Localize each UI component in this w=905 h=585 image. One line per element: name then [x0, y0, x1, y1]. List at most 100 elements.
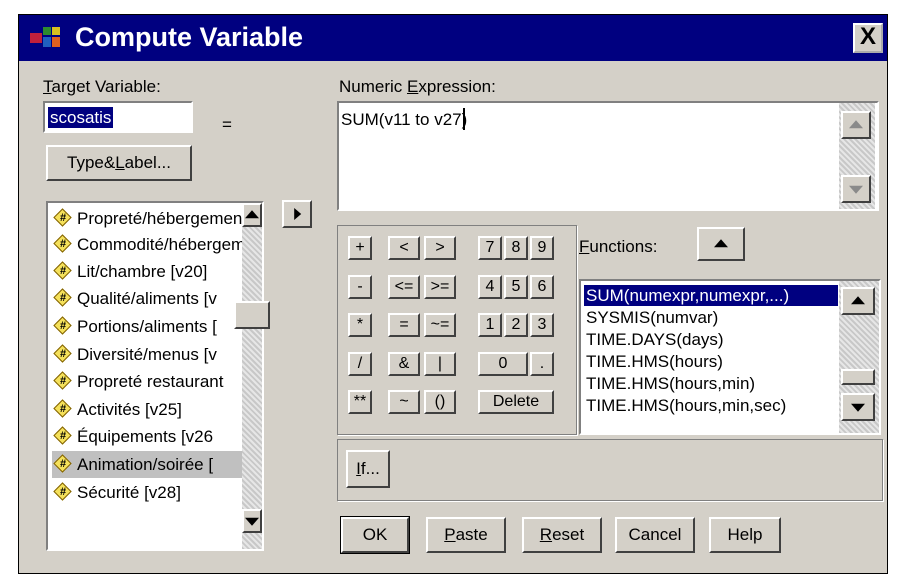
expression-scroll-down-button: [841, 175, 871, 203]
dialog-title: Compute Variable: [75, 22, 304, 52]
or-key[interactable]: |: [424, 352, 456, 376]
numeric-variable-icon: #: [53, 482, 72, 501]
compute-variable-dialog: Compute Variable X Target Variable: scos…: [18, 14, 888, 574]
numeric-variable-icon: #: [53, 399, 72, 418]
variable-list-items: # Propreté/hébergement # Commodité/héberge…: [48, 203, 242, 549]
numeric-variable-icon: #: [53, 426, 72, 445]
spss-app-icon: [30, 27, 60, 47]
insert-function-button[interactable]: [697, 227, 745, 261]
equals-sign: =: [222, 115, 232, 134]
cancel-button[interactable]: Cancel: [615, 517, 695, 553]
list-item[interactable]: # Propreté restaurant: [52, 368, 242, 395]
text-cursor: [463, 108, 466, 130]
list-item[interactable]: #Commodité/hébergement: [52, 231, 242, 258]
digit-4-key[interactable]: 4: [478, 275, 502, 299]
reset-button[interactable]: Reset: [522, 517, 602, 553]
functions-scroll-up-button[interactable]: [841, 287, 875, 315]
not-key[interactable]: ~: [388, 390, 420, 414]
arrow-up-icon: [245, 210, 259, 219]
list-item[interactable]: # Animation/soirée [: [52, 451, 242, 478]
ok-button[interactable]: OK: [340, 516, 410, 554]
scroll-down-button[interactable]: [242, 509, 262, 533]
digit-9-key[interactable]: 9: [530, 236, 554, 260]
calculator-keypad: + < > 7 8 9 - <= >= 4 5 6 * = ~= 1 2 3 /…: [337, 225, 577, 435]
list-item[interactable]: # Qualité/aliments [v: [52, 285, 242, 312]
divide-key[interactable]: /: [348, 352, 372, 376]
digit-1-key[interactable]: 1: [478, 313, 502, 337]
numeric-variable-icon: #: [53, 371, 72, 390]
greater-than-key[interactable]: >: [424, 236, 456, 260]
list-item[interactable]: TIME.HMS(hours): [584, 351, 838, 372]
list-item[interactable]: TIME.HMS(hours,min,sec): [584, 395, 838, 416]
list-item[interactable]: SYSMIS(numvar): [584, 307, 838, 328]
equals-key[interactable]: =: [388, 313, 420, 337]
numeric-variable-icon: #: [53, 288, 72, 307]
numeric-variable-icon: #: [53, 344, 72, 363]
minus-key[interactable]: -: [348, 275, 372, 299]
scroll-up-button[interactable]: [242, 203, 262, 227]
numeric-variable-icon: #: [53, 316, 72, 335]
help-button[interactable]: Help: [709, 517, 781, 553]
decimal-point-key[interactable]: .: [530, 352, 554, 376]
if-button[interactable]: If...: [346, 450, 390, 488]
variable-list[interactable]: # Propreté/hébergement # Commodité/héberge…: [46, 201, 270, 551]
list-item[interactable]: # Sécurité [v28]: [52, 479, 242, 506]
arrow-up-icon: [714, 239, 728, 248]
functions-scroll-down-button[interactable]: [841, 393, 875, 421]
title-bar[interactable]: Compute Variable X: [19, 15, 887, 61]
digit-5-key[interactable]: 5: [504, 275, 528, 299]
arrow-up-icon: [851, 296, 865, 305]
list-item[interactable]: TIME.DAYS(days): [584, 329, 838, 350]
list-item[interactable]: # Équipements [v26: [52, 423, 242, 450]
functions-list[interactable]: SUM(numexpr,numexpr,...) SYSMIS(numvar) …: [579, 279, 881, 435]
not-equal-key[interactable]: ~=: [424, 313, 456, 337]
greater-equal-key[interactable]: >=: [424, 275, 456, 299]
numeric-variable-icon: #: [53, 261, 72, 280]
digit-3-key[interactable]: 3: [530, 313, 554, 337]
arrow-down-icon: [245, 517, 259, 526]
digit-2-key[interactable]: 2: [504, 313, 528, 337]
target-variable-input[interactable]: scosatis: [43, 101, 193, 133]
digit-0-key[interactable]: 0: [478, 352, 528, 376]
list-item[interactable]: # Propreté/hébergement: [52, 205, 242, 232]
power-key[interactable]: **: [348, 390, 372, 414]
expression-scrollbar[interactable]: [839, 103, 875, 209]
functions-label: Functions:: [579, 237, 658, 256]
parentheses-key[interactable]: (): [424, 390, 456, 414]
list-item[interactable]: TIME.HMS(hours,min): [584, 373, 838, 394]
target-variable-label: Target Variable:: [43, 77, 161, 96]
numeric-variable-icon: #: [53, 208, 72, 227]
less-than-key[interactable]: <: [388, 236, 420, 260]
scrollbar-thumb[interactable]: [234, 301, 270, 329]
functions-scrollbar[interactable]: [839, 281, 879, 433]
list-item[interactable]: # Activités [v25]: [52, 396, 242, 423]
arrow-right-icon: [294, 208, 302, 220]
list-item[interactable]: # Portions/aliments [: [52, 313, 242, 340]
type-label-button[interactable]: Type&Label...: [46, 145, 192, 181]
digit-6-key[interactable]: 6: [530, 275, 554, 299]
less-equal-key[interactable]: <=: [388, 275, 420, 299]
list-item[interactable]: SUM(numexpr,numexpr,...): [584, 285, 838, 306]
move-variable-button[interactable]: [282, 200, 312, 228]
target-variable-value: scosatis: [48, 107, 114, 128]
digit-8-key[interactable]: 8: [504, 236, 528, 260]
numeric-expression-value: SUM(v11 to v27): [341, 108, 468, 130]
digit-7-key[interactable]: 7: [478, 236, 502, 260]
arrow-down-icon: [851, 403, 865, 412]
plus-key[interactable]: +: [348, 236, 372, 260]
arrow-down-icon: [849, 185, 863, 194]
and-key[interactable]: &: [388, 352, 420, 376]
paste-button[interactable]: Paste: [426, 517, 506, 553]
numeric-expression-label: Numeric Expression:: [339, 77, 496, 96]
if-group: If...: [337, 439, 883, 501]
variable-list-scrollbar[interactable]: [234, 203, 270, 549]
numeric-expression-input[interactable]: SUM(v11 to v27): [337, 101, 879, 211]
close-button[interactable]: X: [853, 23, 883, 53]
delete-key[interactable]: Delete: [478, 390, 554, 414]
functions-scrollbar-thumb[interactable]: [841, 369, 875, 385]
numeric-variable-icon: #: [53, 234, 72, 253]
multiply-key[interactable]: *: [348, 313, 372, 337]
expression-scroll-up-button: [841, 111, 871, 139]
list-item[interactable]: # Diversité/menus [v: [52, 341, 242, 368]
list-item[interactable]: # Lit/chambre [v20]: [52, 258, 242, 285]
